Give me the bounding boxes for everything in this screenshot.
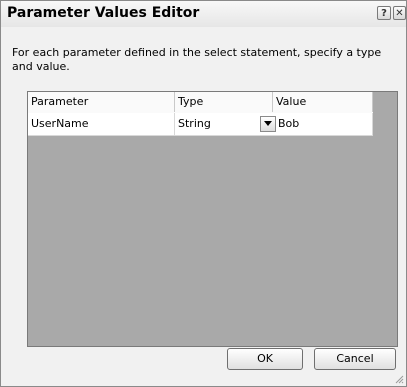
cancel-button[interactable]: Cancel [314, 348, 396, 370]
help-icon[interactable]: ? [377, 6, 391, 20]
parameter-name-cell[interactable]: UserName [28, 113, 175, 135]
table-row[interactable]: UserName String Bob [28, 113, 373, 136]
chevron-down-icon[interactable] [260, 116, 276, 132]
ok-button[interactable]: OK [227, 348, 303, 370]
column-header-value[interactable]: Value [273, 92, 373, 112]
instructions-text: For each parameter defined in the select… [12, 46, 382, 73]
column-header-type[interactable]: Type [175, 92, 273, 112]
parameters-grid[interactable]: Parameter Type Value UserName String Bob [27, 91, 398, 347]
value-input[interactable]: Bob [276, 113, 373, 135]
parameter-values-editor-dialog: Parameter Values Editor ? ✕ For each par… [0, 0, 407, 387]
title-bar[interactable]: Parameter Values Editor ? ✕ [1, 1, 406, 27]
resize-grip-icon[interactable] [394, 374, 404, 384]
type-select[interactable]: String [175, 113, 260, 135]
column-header-parameter[interactable]: Parameter [28, 92, 175, 112]
dialog-title: Parameter Values Editor [7, 5, 200, 21]
grid-header-row: Parameter Type Value [28, 92, 373, 114]
close-icon[interactable]: ✕ [393, 6, 406, 20]
